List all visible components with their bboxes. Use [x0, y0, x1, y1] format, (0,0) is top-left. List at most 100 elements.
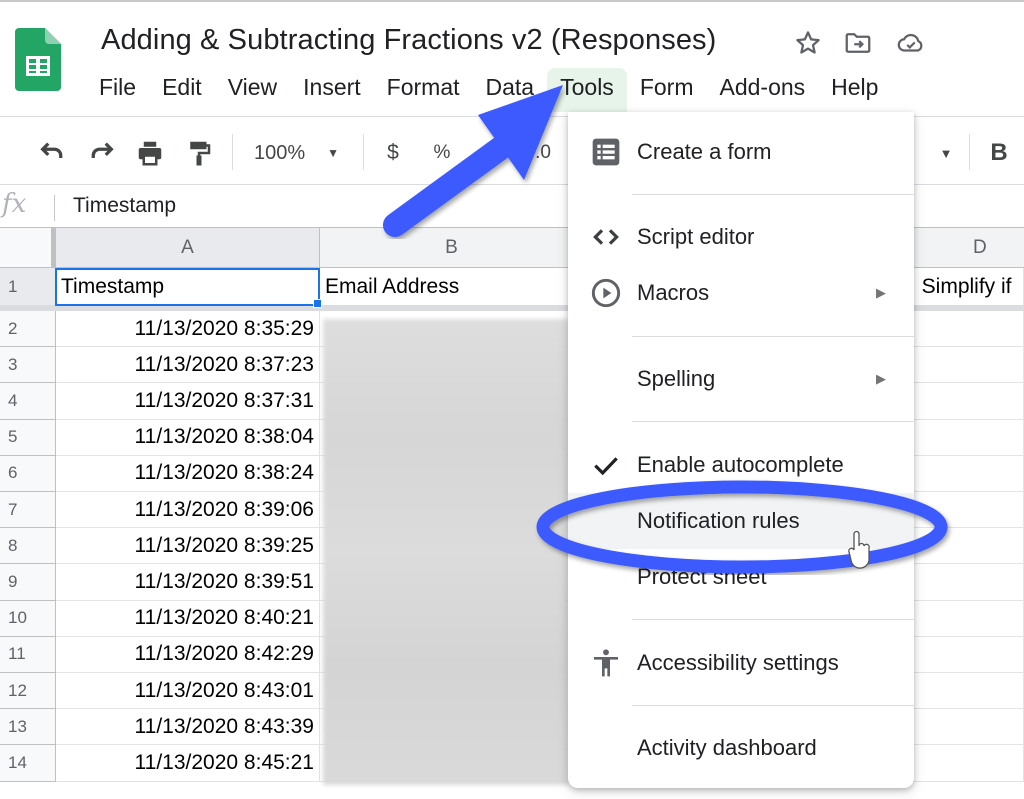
submenu-arrow-icon: ▶ [876, 285, 886, 300]
timestamp-cell[interactable]: 11/13/2020 8:43:01 [56, 673, 320, 710]
fx-icon: fx [2, 189, 27, 219]
row-header-14[interactable]: 14 [0, 745, 56, 782]
increase-decimal-button[interactable]: .0 [530, 138, 556, 168]
menu-item-label: Accessibility settings [637, 650, 839, 675]
row-header-11[interactable]: 11 [0, 636, 56, 673]
redacted-email-column [323, 319, 569, 785]
menu-item-label: Create a form [637, 139, 772, 164]
menubar: File Edit View Insert Format Data Tools … [86, 68, 891, 112]
redo-icon[interactable] [86, 138, 118, 168]
row-header-4[interactable]: 4 [0, 383, 56, 420]
menu-item-label: Activity dashboard [637, 735, 817, 760]
decrease-decimal-button[interactable]: .0 [478, 138, 502, 168]
hand-pointer-cursor-icon [848, 530, 870, 569]
formula-input[interactable]: Timestamp [73, 194, 176, 218]
row-header-3[interactable]: 3 [0, 347, 56, 384]
menu-item-macros[interactable]: Macros ▶ [568, 265, 914, 321]
timestamp-cell[interactable]: 11/13/2020 8:42:29 [56, 636, 320, 673]
menu-item-label: Macros [637, 280, 710, 305]
menu-add-ons[interactable]: Add-ons [706, 68, 818, 112]
checkmark-icon [594, 457, 618, 476]
play-circle-icon [591, 278, 621, 308]
document-title[interactable]: Adding & Subtracting Fractions v2 (Respo… [101, 24, 716, 57]
menu-item-accessibility-settings[interactable]: Accessibility settings [568, 635, 914, 691]
timestamp-cell[interactable]: 11/13/2020 8:37:31 [56, 383, 320, 420]
menu-item-label: Spelling [637, 366, 716, 391]
code-icon [593, 229, 619, 245]
menu-edit[interactable]: Edit [149, 68, 215, 112]
menu-separator [632, 421, 914, 422]
zoom-select[interactable]: 100% ▼ [254, 138, 344, 168]
undo-icon[interactable] [36, 138, 68, 168]
menu-separator [632, 705, 914, 706]
formula-separator [54, 195, 55, 221]
menu-separator [632, 619, 914, 620]
row-header-5[interactable]: 5 [0, 419, 56, 456]
submenu-arrow-icon: ▶ [876, 371, 886, 386]
menu-help[interactable]: Help [818, 68, 891, 112]
row-header-9[interactable]: 9 [0, 564, 56, 601]
window-top-border [0, 0, 1024, 2]
menu-item-label: Notification rules [637, 508, 800, 533]
cell-b1[interactable]: Email Address [320, 268, 584, 306]
menu-form[interactable]: Form [627, 68, 707, 112]
form-icon [592, 138, 620, 166]
timestamp-cell[interactable]: 11/13/2020 8:38:04 [56, 419, 320, 456]
menu-item-enable-autocomplete[interactable]: Enable autocomplete [568, 437, 914, 493]
tools-menu-dropdown: Create a form Script editor Macros ▶ Spe… [568, 112, 914, 788]
timestamp-cell[interactable]: 11/13/2020 8:37:23 [56, 347, 320, 384]
timestamp-cell[interactable]: 11/13/2020 8:38:24 [56, 455, 320, 492]
menu-item-spelling[interactable]: Spelling ▶ [568, 351, 914, 407]
column-header-b[interactable]: B [320, 228, 584, 268]
row-header-8[interactable]: 8 [0, 528, 56, 565]
menu-item-activity-dashboard[interactable]: Activity dashboard [568, 720, 914, 776]
timestamp-cell[interactable]: 11/13/2020 8:45:21 [56, 745, 320, 782]
menu-view[interactable]: View [215, 68, 290, 112]
toolbar-separator [969, 134, 970, 170]
menu-insert[interactable]: Insert [290, 68, 374, 112]
menu-format[interactable]: Format [374, 68, 473, 112]
menu-item-create-a-form[interactable]: Create a form [568, 124, 914, 180]
column-header-a[interactable]: A [56, 228, 320, 268]
timestamp-cell[interactable]: 11/13/2020 8:40:21 [56, 600, 320, 637]
timestamp-cell[interactable]: 11/13/2020 8:43:39 [56, 709, 320, 746]
menu-item-label: Script editor [637, 224, 755, 249]
row-header-12[interactable]: 12 [0, 673, 56, 710]
menu-tools[interactable]: Tools [547, 68, 627, 112]
currency-format-button[interactable]: $ [381, 138, 405, 168]
print-icon[interactable] [134, 138, 166, 168]
menu-separator [632, 194, 914, 195]
toolbar-separator [363, 134, 364, 170]
toolbar-separator [232, 134, 233, 170]
row-header-7[interactable]: 7 [0, 492, 56, 529]
cell-a1[interactable]: Timestamp [56, 268, 320, 306]
menu-item-script-editor[interactable]: Script editor [568, 209, 914, 265]
cloud-saved-icon[interactable] [896, 28, 926, 58]
row-header-13[interactable]: 13 [0, 709, 56, 746]
google-sheets-logo-icon[interactable] [15, 28, 61, 91]
timestamp-cell[interactable]: 11/13/2020 8:39:06 [56, 492, 320, 529]
move-to-folder-icon[interactable] [843, 28, 873, 58]
accessibility-icon [594, 649, 618, 677]
menu-file[interactable]: File [86, 68, 149, 112]
timestamp-cell[interactable]: 11/13/2020 8:35:29 [56, 311, 320, 348]
menu-item-label: Enable autocomplete [637, 452, 844, 477]
menu-data[interactable]: Data [473, 68, 548, 112]
select-all-corner[interactable] [0, 228, 56, 268]
percent-format-button[interactable]: % [429, 138, 455, 168]
font-size-chevron-down-icon[interactable]: ▼ [936, 138, 956, 168]
menu-separator [632, 336, 914, 337]
chevron-down-icon: ▼ [327, 146, 340, 160]
row-header-6[interactable]: 6 [0, 455, 56, 492]
row-header-1[interactable]: 1 [0, 268, 56, 306]
row-header-10[interactable]: 10 [0, 600, 56, 637]
star-icon[interactable] [793, 28, 823, 58]
menu-item-label: Protect sheet [637, 564, 767, 589]
timestamp-cell[interactable]: 11/13/2020 8:39:51 [56, 564, 320, 601]
paint-format-icon[interactable] [184, 138, 214, 168]
zoom-value: 100% [254, 141, 306, 164]
bold-button[interactable]: B [986, 138, 1012, 168]
timestamp-cell[interactable]: 11/13/2020 8:39:25 [56, 528, 320, 565]
row-header-2[interactable]: 2 [0, 311, 56, 348]
fill-handle[interactable] [313, 299, 322, 308]
